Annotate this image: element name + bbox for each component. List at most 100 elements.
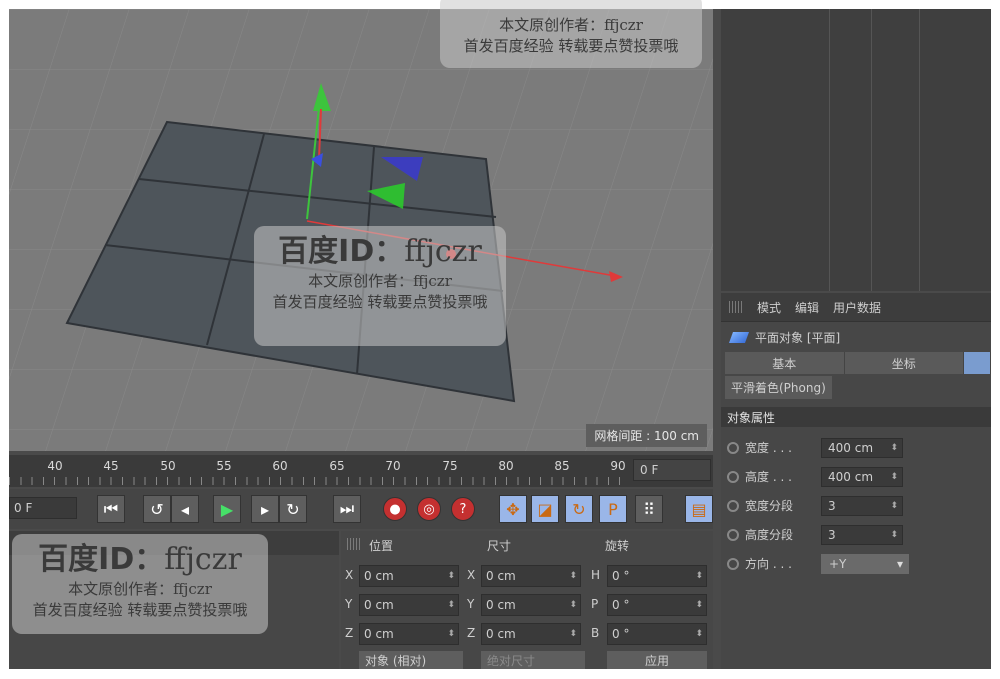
- param-icon: P: [608, 499, 618, 519]
- prev-key-button[interactable]: ↺: [143, 495, 171, 523]
- axis-label: P: [591, 597, 599, 611]
- rotate-icon: ↻: [572, 499, 586, 519]
- watermark: 本文原创作者：ffjczr 首发百度经验 转载要点赞投票哦: [440, 0, 702, 68]
- prop-label: 方向 . . .: [745, 557, 792, 571]
- radio-icon[interactable]: [727, 557, 739, 570]
- step-back-icon: ◂: [180, 499, 190, 519]
- height-segments-field[interactable]: 3: [821, 524, 903, 545]
- prop-label: 宽度分段: [745, 499, 794, 513]
- coord-mode-select[interactable]: 对象 (相对): [359, 651, 463, 669]
- watermark-author: 本文原创作者：ffjczr: [68, 580, 212, 598]
- rotation-h-field[interactable]: 0 °: [607, 565, 707, 587]
- axis-label: B: [591, 626, 600, 640]
- keyframe-help-button[interactable]: ?: [451, 497, 475, 521]
- dots-icon: ⠿: [643, 499, 655, 519]
- next-key-button[interactable]: ↻: [279, 495, 307, 523]
- watermark-id: 百度ID：ffjczr: [12, 534, 268, 578]
- position-y-field[interactable]: 0 cm: [359, 594, 459, 616]
- size-z-field[interactable]: 0 cm: [481, 623, 581, 645]
- menu-edit[interactable]: 编辑: [795, 299, 819, 316]
- film-icon: ▤: [691, 499, 707, 519]
- prev-frame-button[interactable]: ◂: [171, 495, 199, 523]
- coordinates-header: 位置 尺寸 旋转: [341, 531, 713, 557]
- object-manager[interactable]: [721, 9, 991, 291]
- timeline-ruler[interactable]: 40 45 50 55 60 65 70 75 80 85 90 0 F: [9, 455, 713, 487]
- orientation-dropdown[interactable]: +Y: [821, 553, 909, 574]
- prop-label: 高度 . . .: [745, 470, 792, 484]
- skip-end-icon: ⏭: [339, 499, 355, 518]
- radio-icon[interactable]: [727, 528, 739, 541]
- start-frame-field[interactable]: 0 F: [9, 497, 77, 519]
- attribute-tabs: 基本 坐标: [725, 352, 991, 374]
- tab-coordinates[interactable]: 坐标: [844, 352, 964, 374]
- autokey-icon: ◎: [423, 501, 435, 517]
- menu-user-data[interactable]: 用户数据: [833, 299, 881, 316]
- radio-icon[interactable]: [727, 470, 739, 483]
- watermark-id: 百度ID：ffjczr: [254, 226, 506, 270]
- record-button[interactable]: ●: [383, 497, 407, 521]
- watermark: 百度ID：ffjczr 本文原创作者：ffjczr 首发百度经验 转载要点赞投票…: [12, 534, 268, 634]
- autokey-button[interactable]: ◎: [417, 497, 441, 521]
- size-y-field[interactable]: 0 cm: [481, 594, 581, 616]
- step-forward-icon: ▸: [260, 499, 270, 519]
- play-button[interactable]: ▶: [213, 495, 241, 523]
- radio-icon[interactable]: [727, 499, 739, 512]
- prop-label: 高度分段: [745, 528, 794, 542]
- size-x-field[interactable]: 0 cm: [481, 565, 581, 587]
- width-field[interactable]: 400 cm: [821, 437, 903, 458]
- position-x-field[interactable]: 0 cm: [359, 565, 459, 587]
- tab-object-active[interactable]: [964, 352, 991, 374]
- param-key-button[interactable]: P: [599, 495, 627, 523]
- rotation-b-field[interactable]: 0 °: [607, 623, 707, 645]
- grip-icon[interactable]: [347, 538, 361, 550]
- tick-label: 85: [554, 459, 570, 473]
- prop-height: 高度 . . . 400 cm: [721, 462, 991, 491]
- watermark-id-value: ffjczr: [404, 234, 482, 269]
- axis-label: X: [467, 568, 476, 582]
- apply-button[interactable]: 应用: [607, 651, 707, 669]
- scale-key-button[interactable]: ◪: [531, 495, 559, 523]
- height-field[interactable]: 400 cm: [821, 466, 903, 487]
- first-frame-button[interactable]: ⏮: [97, 495, 125, 523]
- tab-phong[interactable]: 平滑着色(Phong): [725, 376, 832, 399]
- axis-label: Y: [467, 597, 475, 611]
- section-object-properties: 对象属性: [721, 407, 991, 427]
- menu-mode[interactable]: 模式: [757, 299, 781, 316]
- rotate-key-button[interactable]: ↻: [565, 495, 593, 523]
- axis-label: Z: [345, 626, 354, 640]
- help-icon: ?: [459, 501, 467, 517]
- axis-label: Z: [467, 626, 476, 640]
- prop-orientation: 方向 . . . +Y: [721, 549, 991, 578]
- watermark-author: 本文原创作者：ffjczr: [499, 16, 643, 34]
- grip-icon[interactable]: [729, 301, 743, 313]
- tick-label: 50: [160, 459, 176, 473]
- header-size: 尺寸: [487, 539, 512, 553]
- scale-icon: ◪: [537, 499, 553, 519]
- prev-key-icon: ↺: [150, 499, 164, 519]
- next-key-icon: ↻: [286, 499, 300, 519]
- tick-label: 45: [103, 459, 119, 473]
- radio-icon[interactable]: [727, 441, 739, 454]
- last-frame-button[interactable]: ⏭: [333, 495, 361, 523]
- position-z-field[interactable]: 0 cm: [359, 623, 459, 645]
- next-frame-button[interactable]: ▸: [251, 495, 279, 523]
- tick-label: 90: [610, 459, 626, 473]
- column-divider: [871, 9, 872, 291]
- header-position: 位置: [369, 539, 394, 553]
- rotation-p-field[interactable]: 0 °: [607, 594, 707, 616]
- tick-marks: [9, 477, 629, 485]
- size-mode-select[interactable]: 绝对尺寸: [481, 651, 585, 669]
- transport-bar: 0 F ⏮ ↺ ◂ ▶ ▸ ↻ ⏭ ● ◎ ? ✥ ◪ ↻ P ⠿ ▤: [9, 489, 713, 529]
- tick-label: 60: [272, 459, 288, 473]
- film-button[interactable]: ▤: [685, 495, 713, 523]
- record-icon: ●: [389, 501, 401, 517]
- coord-row: X 0 cm X 0 cm H 0 °: [341, 565, 713, 589]
- width-segments-field[interactable]: 3: [821, 495, 903, 516]
- end-frame-field[interactable]: 0 F: [633, 459, 711, 481]
- tick-label: 80: [498, 459, 514, 473]
- pla-key-button[interactable]: ⠿: [635, 495, 663, 523]
- move-icon: ✥: [506, 499, 520, 519]
- move-key-button[interactable]: ✥: [499, 495, 527, 523]
- prop-width: 宽度 . . . 400 cm: [721, 433, 991, 462]
- tab-basic[interactable]: 基本: [725, 352, 845, 374]
